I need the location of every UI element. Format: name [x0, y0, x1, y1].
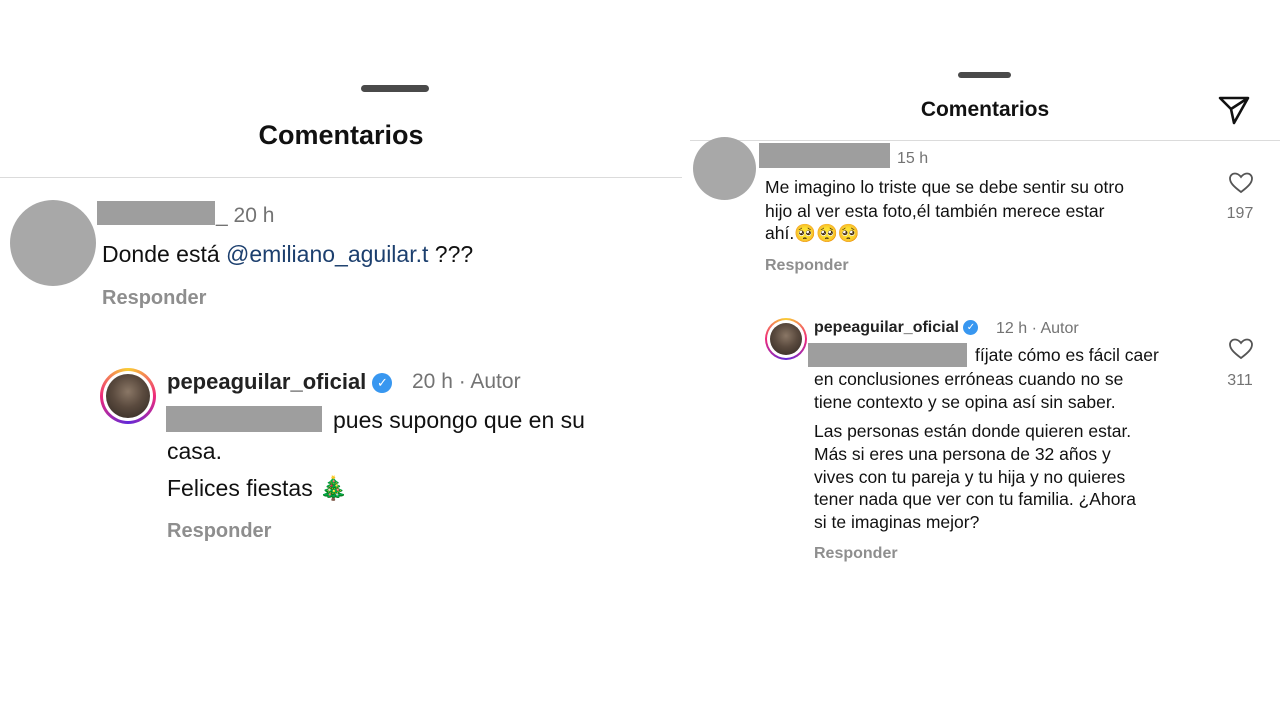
reply-line-8: si te imaginas mejor? — [814, 512, 980, 532]
avatar[interactable] — [693, 137, 756, 200]
redacted-username — [759, 143, 890, 168]
reply-line-3: tiene contexto y se opina así sin saber. — [814, 392, 1116, 412]
author-username-text: pepeaguilar_oficial — [167, 369, 367, 394]
author-avatar[interactable] — [106, 374, 150, 418]
mention-link[interactable]: @emiliano_aguilar.t — [226, 241, 428, 267]
like-count: 311 — [1227, 372, 1253, 389]
comment-time: 15 h — [897, 150, 929, 167]
author-avatar[interactable] — [770, 323, 802, 355]
redacted-mention — [808, 343, 967, 367]
reply-button[interactable]: Responder — [814, 545, 898, 563]
comment-line-3: ahí.🥺🥺🥺 — [765, 223, 860, 243]
avatar[interactable] — [10, 200, 96, 286]
comment-time: _ 20 h — [216, 204, 275, 227]
reply-line-1: fíjate cómo es fácil caer — [975, 345, 1159, 365]
reply-line-5: Más si eres una persona de 32 años y — [814, 444, 1111, 464]
reply-meta: 20 h · Autor — [412, 370, 521, 393]
comment-line-2: hijo al ver esta foto,él también merece … — [765, 201, 1105, 221]
comment-text-prefix: Donde está — [102, 241, 227, 267]
send-icon[interactable] — [1217, 94, 1251, 126]
reply-button[interactable]: Responder — [765, 257, 849, 275]
reply-button[interactable]: Responder — [102, 287, 206, 310]
author-username[interactable]: pepeaguilar_oficial ✓ — [167, 369, 393, 395]
author-username[interactable]: pepeaguilar_oficial ✓ — [814, 319, 979, 337]
like-count: 197 — [1226, 205, 1254, 222]
reply-line-7: tener nada que ver con tu familia. ¿Ahor… — [814, 489, 1136, 509]
like-heart-icon[interactable] — [1228, 171, 1254, 195]
comment-text-suffix: ??? — [428, 241, 474, 267]
sheet-title: Comentarios — [920, 98, 1050, 121]
like-heart-icon[interactable] — [1228, 337, 1254, 361]
verified-badge-icon: ✓ — [372, 373, 393, 394]
drag-handle[interactable] — [958, 72, 1011, 78]
reply-line-2: casa. — [167, 438, 222, 464]
verified-badge-icon: ✓ — [963, 320, 979, 336]
reply-line-6: vives con tu pareja y tu hija y no quier… — [814, 467, 1126, 487]
reply-line-2: en conclusiones erróneas cuando no se — [814, 369, 1124, 389]
sheet-title: Comentarios — [258, 120, 424, 150]
comment-text: Donde está @emiliano_aguilar.t ??? — [102, 240, 473, 268]
reply-line-1: pues supongo que en su — [333, 407, 585, 433]
comments-sheet-left: Comentarios _ 20 h Donde está @emiliano_… — [0, 70, 682, 590]
redacted-mention — [166, 406, 322, 432]
header-divider — [0, 177, 682, 178]
drag-handle[interactable] — [361, 85, 429, 92]
redacted-username — [97, 201, 215, 225]
reply-line-3: Felices fiestas 🎄 — [167, 475, 348, 501]
header-divider — [690, 140, 1280, 141]
reply-line-4: Las personas están donde quieren estar. — [814, 421, 1132, 441]
author-username-text: pepeaguilar_oficial — [814, 319, 959, 336]
reply-meta: 12 h · Autor — [996, 320, 1079, 337]
reply-button[interactable]: Responder — [167, 520, 271, 543]
comment-line-1: Me imagino lo triste que se debe sentir … — [765, 177, 1124, 197]
comments-sheet-right: Comentarios 15 h Me imagino lo triste qu… — [690, 56, 1280, 576]
